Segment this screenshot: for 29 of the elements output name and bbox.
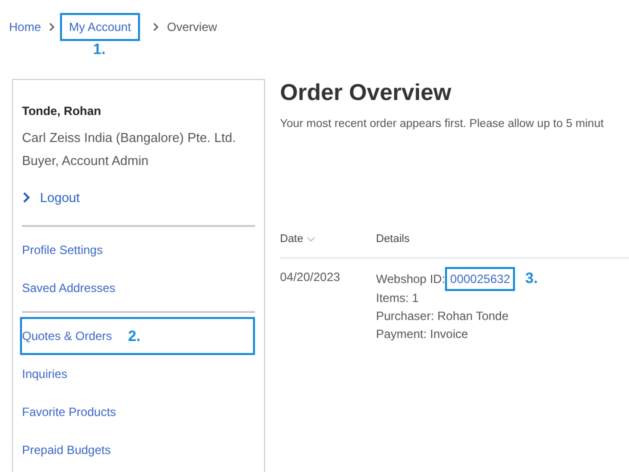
sidebar-item[interactable]: Inquiries (22, 355, 255, 393)
company-name: Carl Zeiss India (Bangalore) Pte. Ltd. (22, 130, 237, 145)
order-id-link[interactable]: 000025632 (445, 266, 516, 290)
webshop-id-label: Webshop ID: (376, 272, 446, 286)
callout-number: 1. (93, 40, 106, 58)
sidebar-item[interactable]: Prepaid Budgets (22, 431, 255, 469)
sidebar-item[interactable]: Quotes & Orders 2. (20, 317, 255, 355)
page-description: Your most recent order appears first. Please allow up to 5 minut (280, 118, 605, 130)
logout-link[interactable]: Logout (23, 190, 255, 205)
sidebar-item[interactable]: Profile Settings (22, 231, 255, 269)
breadcrumb-current: Overview (167, 18, 218, 36)
order-detail: Payment: Invoice (376, 327, 470, 341)
chevron-icon (23, 192, 30, 203)
column-header: Details (376, 233, 410, 245)
column-header[interactable]: Date (280, 233, 376, 245)
user-role: Buyer, Account Admin (22, 153, 150, 168)
order-detail: Items: 1 (376, 291, 420, 305)
chevron-icon (49, 22, 56, 30)
sidebar-item[interactable]: Favorite Products (22, 393, 255, 431)
sidebar-item[interactable]: Saved Addresses (22, 269, 255, 307)
page-title: Order Overview (280, 79, 452, 106)
user-name: Tonde, Rohan (22, 104, 102, 118)
order-detail: Purchaser: Rohan Tonde (376, 309, 510, 323)
chevron-icon (153, 22, 160, 30)
callout-number: 3. (525, 270, 538, 287)
callout-number: 2. (128, 328, 141, 344)
order-date: 04/20/2023 (280, 270, 342, 286)
breadcrumb-link[interactable]: Home (9, 18, 42, 36)
breadcrumb-link[interactable]: My Account (60, 12, 140, 40)
